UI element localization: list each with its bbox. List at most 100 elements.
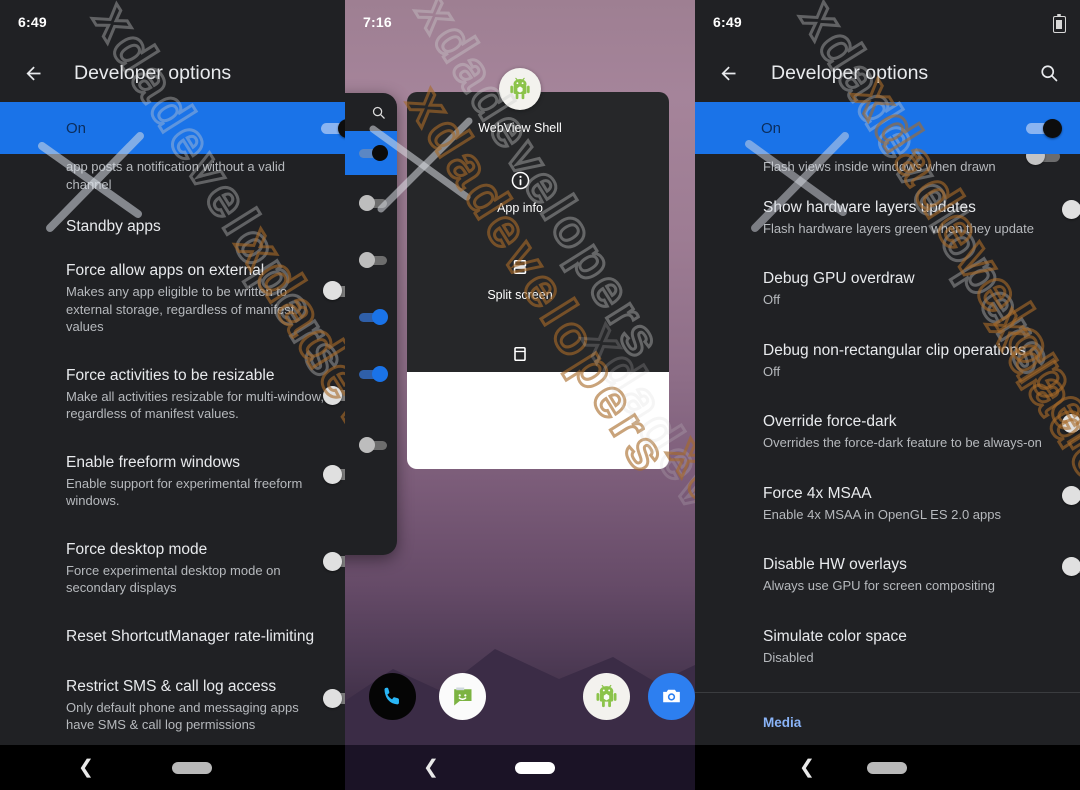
webview-shell-icon[interactable] <box>583 673 630 720</box>
item-toggle[interactable] <box>323 464 345 484</box>
item-title: Debug non-rectangular clip operations <box>763 341 1026 359</box>
app-bar: Developer options <box>0 44 345 102</box>
back-arrow-icon[interactable] <box>711 56 745 90</box>
status-time: 6:49 <box>18 14 47 30</box>
adjacent-recents-card[interactable] <box>345 93 397 555</box>
item-title: Restrict SMS & call log access <box>66 677 277 695</box>
item-title: Override force-dark <box>763 413 897 430</box>
page-title: Developer options <box>771 61 929 84</box>
panel-left-developer-options: 6:49 Developer options On app posts a no… <box>0 0 345 790</box>
list-item[interactable]: Force allow apps on external Makes any a… <box>0 243 345 350</box>
list-item[interactable]: Debug GPU overdraw Off <box>695 251 1080 323</box>
list-item[interactable]: Force 4x MSAA Enable 4x MSAA in OpenGL E… <box>695 466 1080 538</box>
item-title: Standby apps <box>66 218 161 235</box>
item-toggle[interactable] <box>323 551 345 571</box>
item-subtitle: Flash hardware layers green when they up… <box>763 220 1034 236</box>
item-subtitle: Always use GPU for screen compositing <box>763 578 995 593</box>
panel-middle-recents: 7:16 WebView Shell App info Split screen… <box>345 0 695 790</box>
android-robot-icon[interactable] <box>499 68 541 110</box>
menu-item-label: Split screen <box>487 288 553 302</box>
master-toggle[interactable] <box>1026 118 1062 138</box>
item-subtitle: Only default phone and messaging apps ha… <box>66 699 299 733</box>
item-title: Enable freeform windows <box>66 453 241 471</box>
freeform-icon <box>345 342 695 366</box>
item-title: Force activities to be resizable <box>66 366 275 384</box>
nav-back-icon[interactable]: ❮ <box>78 758 94 777</box>
card-row[interactable] <box>345 403 397 488</box>
item-title: Show hardware layers updates <box>763 198 976 216</box>
info-icon <box>345 168 695 192</box>
item-subtitle: Off <box>763 363 781 379</box>
list-item[interactable]: Restrict SMS & call log access Only defa… <box>0 661 345 748</box>
card-toggle[interactable] <box>359 309 389 325</box>
camera-icon[interactable] <box>648 673 695 720</box>
status-bar: 7:16 <box>345 0 695 44</box>
menu-item-label: App info <box>497 201 543 215</box>
menu-item-label: Freeform <box>494 375 546 389</box>
battery-icon <box>1053 13 1066 33</box>
master-toggle[interactable] <box>321 118 345 138</box>
item-title: Force 4x MSAA <box>763 484 872 502</box>
list-item[interactable]: Disable HW overlays Always use GPU for s… <box>695 537 1080 609</box>
list-item[interactable]: Enable freeform windows Enable support f… <box>0 437 345 524</box>
menu-item-freeform[interactable]: Freeform <box>345 342 695 391</box>
item-title: Reset ShortcutManager rate-limiting <box>66 627 315 645</box>
list-item[interactable]: Debug non-rectangular clip operations Of… <box>695 323 1080 395</box>
navigation-bar: ❮ <box>695 745 1080 790</box>
menu-item-split-screen[interactable]: Split screen <box>345 255 695 304</box>
menu-item-app-info[interactable]: App info <box>345 168 695 217</box>
on-label: On <box>761 119 782 137</box>
item-title: Simulate color space <box>763 627 907 645</box>
page-title: Developer options <box>74 61 232 84</box>
nav-back-icon[interactable]: ❮ <box>423 758 439 777</box>
phone-icon[interactable] <box>369 673 416 720</box>
settings-list: Standby apps Force allow apps on externa… <box>0 193 345 748</box>
item-title: Debug GPU overdraw <box>763 270 915 287</box>
messages-icon[interactable] <box>439 673 486 720</box>
status-time: 7:16 <box>363 14 392 30</box>
developer-options-master-row[interactable]: On <box>0 102 345 154</box>
screenshot-stage: 6:49 Developer options On app posts a no… <box>0 0 1080 790</box>
search-icon[interactable] <box>1032 56 1066 90</box>
clipped-subtitle: app posts a notification without a valid… <box>66 159 285 192</box>
home-pill-icon[interactable] <box>867 761 907 774</box>
item-subtitle: Force experimental desktop mode on secon… <box>66 562 281 596</box>
home-dock <box>345 673 695 721</box>
item-subtitle: Enable support for experimental freeform… <box>66 475 303 509</box>
item-title: Disable HW overlays <box>763 556 907 573</box>
item-toggle[interactable] <box>323 688 345 708</box>
back-arrow-icon[interactable] <box>16 56 50 90</box>
item-title: Force desktop mode <box>66 540 208 558</box>
item-subtitle: Makes any app eligible to be written to … <box>66 284 295 334</box>
on-label: On <box>66 119 87 137</box>
item-subtitle: Off <box>763 292 781 307</box>
task-app-name: WebView Shell <box>478 121 562 135</box>
status-time: 6:49 <box>713 14 742 30</box>
item-subtitle: Disabled <box>763 649 814 665</box>
list-item[interactable]: Show hardware layers updates Flash hardw… <box>695 176 1080 252</box>
home-pill-icon[interactable] <box>172 761 212 774</box>
app-bar: Developer options <box>695 44 1080 102</box>
item-toggle[interactable] <box>323 385 345 405</box>
status-bar: 6:49 <box>695 0 1080 44</box>
navigation-bar: ❮ <box>345 745 695 790</box>
card-toggle[interactable] <box>359 144 389 161</box>
home-pill-icon[interactable] <box>515 761 555 774</box>
item-title: Force allow apps on external <box>66 262 265 279</box>
list-item[interactable]: Override force-dark Overrides the force-… <box>695 394 1080 466</box>
list-item[interactable]: Simulate color space Disabled <box>695 609 1080 683</box>
status-bar: 6:49 <box>0 0 345 44</box>
item-subtitle: Enable 4x MSAA in OpenGL ES 2.0 apps <box>763 506 1001 522</box>
item-toggle[interactable] <box>323 281 345 300</box>
nav-back-icon[interactable]: ❮ <box>799 758 815 777</box>
item-subtitle: Make all activities resizable for multi-… <box>66 388 324 422</box>
card-toggle[interactable] <box>359 437 389 453</box>
list-item[interactable]: Standby apps <box>0 193 345 243</box>
navigation-bar: ❮ <box>0 745 345 790</box>
settings-list: Show hardware layers updates Flash hardw… <box>695 176 1080 739</box>
clipped-subtitle: Flash views inside windows when drawn <box>763 159 996 174</box>
list-item[interactable]: Reset ShortcutManager rate-limiting <box>0 611 345 661</box>
developer-options-master-row[interactable]: On <box>695 102 1080 154</box>
list-item[interactable]: Force activities to be resizable Make al… <box>0 350 345 437</box>
list-item[interactable]: Force desktop mode Force experimental de… <box>0 524 345 611</box>
